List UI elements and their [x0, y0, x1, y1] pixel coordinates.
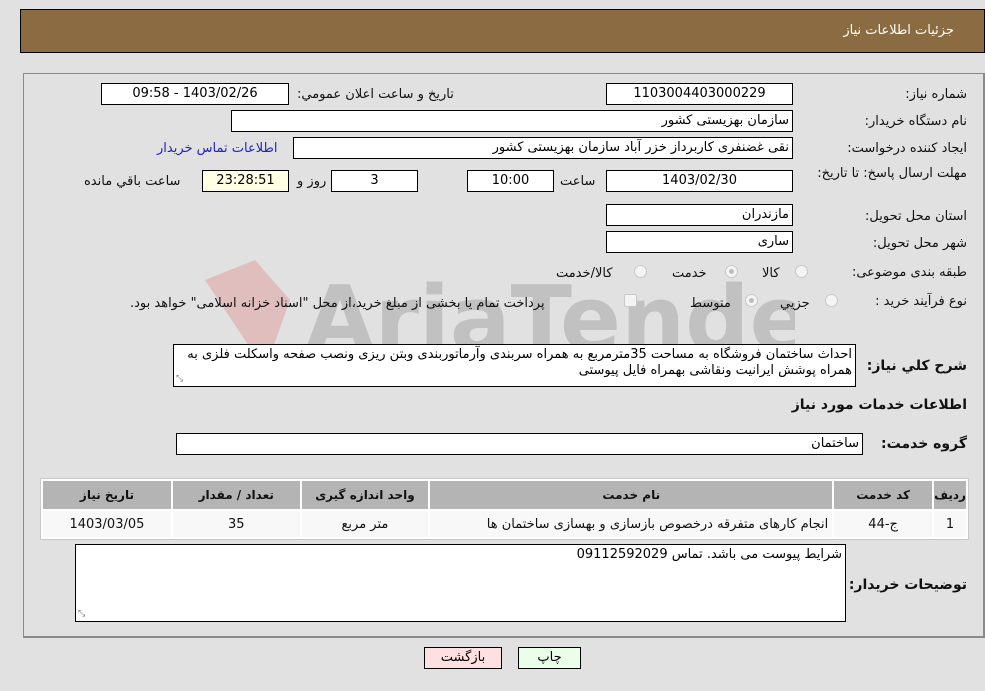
description-textarea[interactable]: احداث ساختمان فروشگاه به مساحت 35مترمربع…: [173, 344, 856, 387]
page-header: جزئیات اطلاعات نیاز: [20, 9, 985, 53]
col-quantity: تعداد / مقدار: [172, 481, 300, 509]
city-field: ساری: [606, 231, 793, 253]
col-service-name: نام خدمت: [430, 481, 833, 509]
requester-field: نقی غضنفری کاربرداز خزر آباد سازمان بهزی…: [293, 137, 793, 159]
service-group-label: گروه خدمت:: [881, 436, 967, 452]
category-goods-label: کالا: [762, 266, 780, 281]
service-group-field: ساختمان: [176, 433, 863, 455]
requester-label: ایجاد کننده درخواست:: [847, 141, 967, 156]
category-goods-service-label: کالا/خدمت: [556, 266, 613, 281]
cell-service-code: ج-44: [834, 511, 933, 537]
cell-quantity: 35: [172, 511, 300, 537]
announce-datetime-field: 1403/02/26 - 09:58: [101, 83, 289, 105]
buyer-org-field: سازمان بهزیستی کشور: [231, 110, 793, 132]
print-button[interactable]: چاپ: [518, 647, 581, 669]
category-service-label: خدمت: [672, 266, 707, 281]
time-remaining-label: ساعت باقي مانده: [84, 174, 181, 189]
province-label: استان محل تحویل:: [865, 209, 967, 224]
deadline-time-field: 10:00: [467, 170, 554, 192]
col-row-number: ردیف: [934, 481, 966, 509]
buyer-org-label: نام دستگاه خریدار:: [864, 114, 967, 129]
need-number-label: شماره نیاز:: [905, 87, 967, 102]
buyer-notes-label: توضیحات خریدار:: [848, 577, 967, 593]
buyer-notes-text: شرایط پیوست می باشد. تماس 09112592029: [576, 547, 842, 562]
buyer-contact-link[interactable]: اطلاعات تماس خریدار: [157, 141, 277, 156]
table-row: 1 ج-44 انجام کارهای متفرقه درخصوص بازساز…: [43, 511, 966, 537]
col-unit: واحد اندازه گیری: [301, 481, 429, 509]
cell-unit: متر مربع: [301, 511, 429, 537]
deadline-time-label: ساعت: [560, 174, 596, 189]
resize-grip-icon[interactable]: ⤡: [78, 610, 85, 619]
treasury-payment-note: پرداخت تمام یا بخشی از مبلغ خرید،از محل …: [130, 296, 545, 311]
treasury-payment-checkbox[interactable]: [624, 294, 637, 307]
category-goods-service-radio[interactable]: [634, 265, 647, 278]
cell-row-number: 1: [934, 511, 966, 537]
purchase-medium-radio[interactable]: [745, 294, 758, 307]
description-label: شرح کلي نیاز:: [866, 358, 967, 374]
days-label: روز و: [297, 174, 327, 189]
col-need-date: تاریخ نیاز: [43, 481, 171, 509]
cell-need-date: 1403/03/05: [43, 511, 171, 537]
category-goods-radio[interactable]: [795, 265, 808, 278]
resize-grip-icon[interactable]: ⤡: [176, 375, 183, 384]
table-header-row: ردیف کد خدمت نام خدمت واحد اندازه گیری ت…: [43, 481, 966, 509]
category-label: طبقه بندی موضوعی:: [851, 265, 967, 280]
deadline-date-field: 1403/02/30: [606, 170, 793, 192]
purchase-minor-label: جزيي: [780, 296, 810, 311]
deadline-label: مهلت ارسال پاسخ: تا تاریخ:: [817, 166, 967, 181]
category-service-radio[interactable]: [725, 265, 738, 278]
col-service-code: کد خدمت: [834, 481, 933, 509]
city-label: شهر محل تحویل:: [872, 236, 967, 251]
need-number-field: 1103004403000229: [606, 83, 793, 105]
time-remaining-field: 23:28:51: [202, 170, 289, 192]
purchase-minor-radio[interactable]: [825, 294, 838, 307]
cell-service-name: انجام کارهای متفرقه درخصوص بازسازی و بهس…: [430, 511, 833, 537]
province-field: مازندران: [606, 204, 793, 226]
days-remaining-field: 3: [331, 170, 418, 192]
description-text: احداث ساختمان فروشگاه به مساحت 35مترمربع…: [187, 347, 852, 378]
announce-datetime-label: تاریخ و ساعت اعلان عمومي:: [297, 87, 454, 102]
services-section-title: اطلاعات خدمات مورد نیاز: [791, 397, 967, 413]
services-table: ردیف کد خدمت نام خدمت واحد اندازه گیری ت…: [40, 478, 969, 540]
buyer-notes-textarea[interactable]: شرایط پیوست می باشد. تماس 09112592029 ⤡: [75, 544, 846, 622]
purchase-type-label: نوع فرآیند خرید :: [875, 294, 967, 309]
purchase-medium-label: متوسط: [690, 296, 731, 311]
page-title: جزئیات اطلاعات نیاز: [843, 23, 954, 38]
back-button[interactable]: بازگشت: [424, 647, 502, 669]
